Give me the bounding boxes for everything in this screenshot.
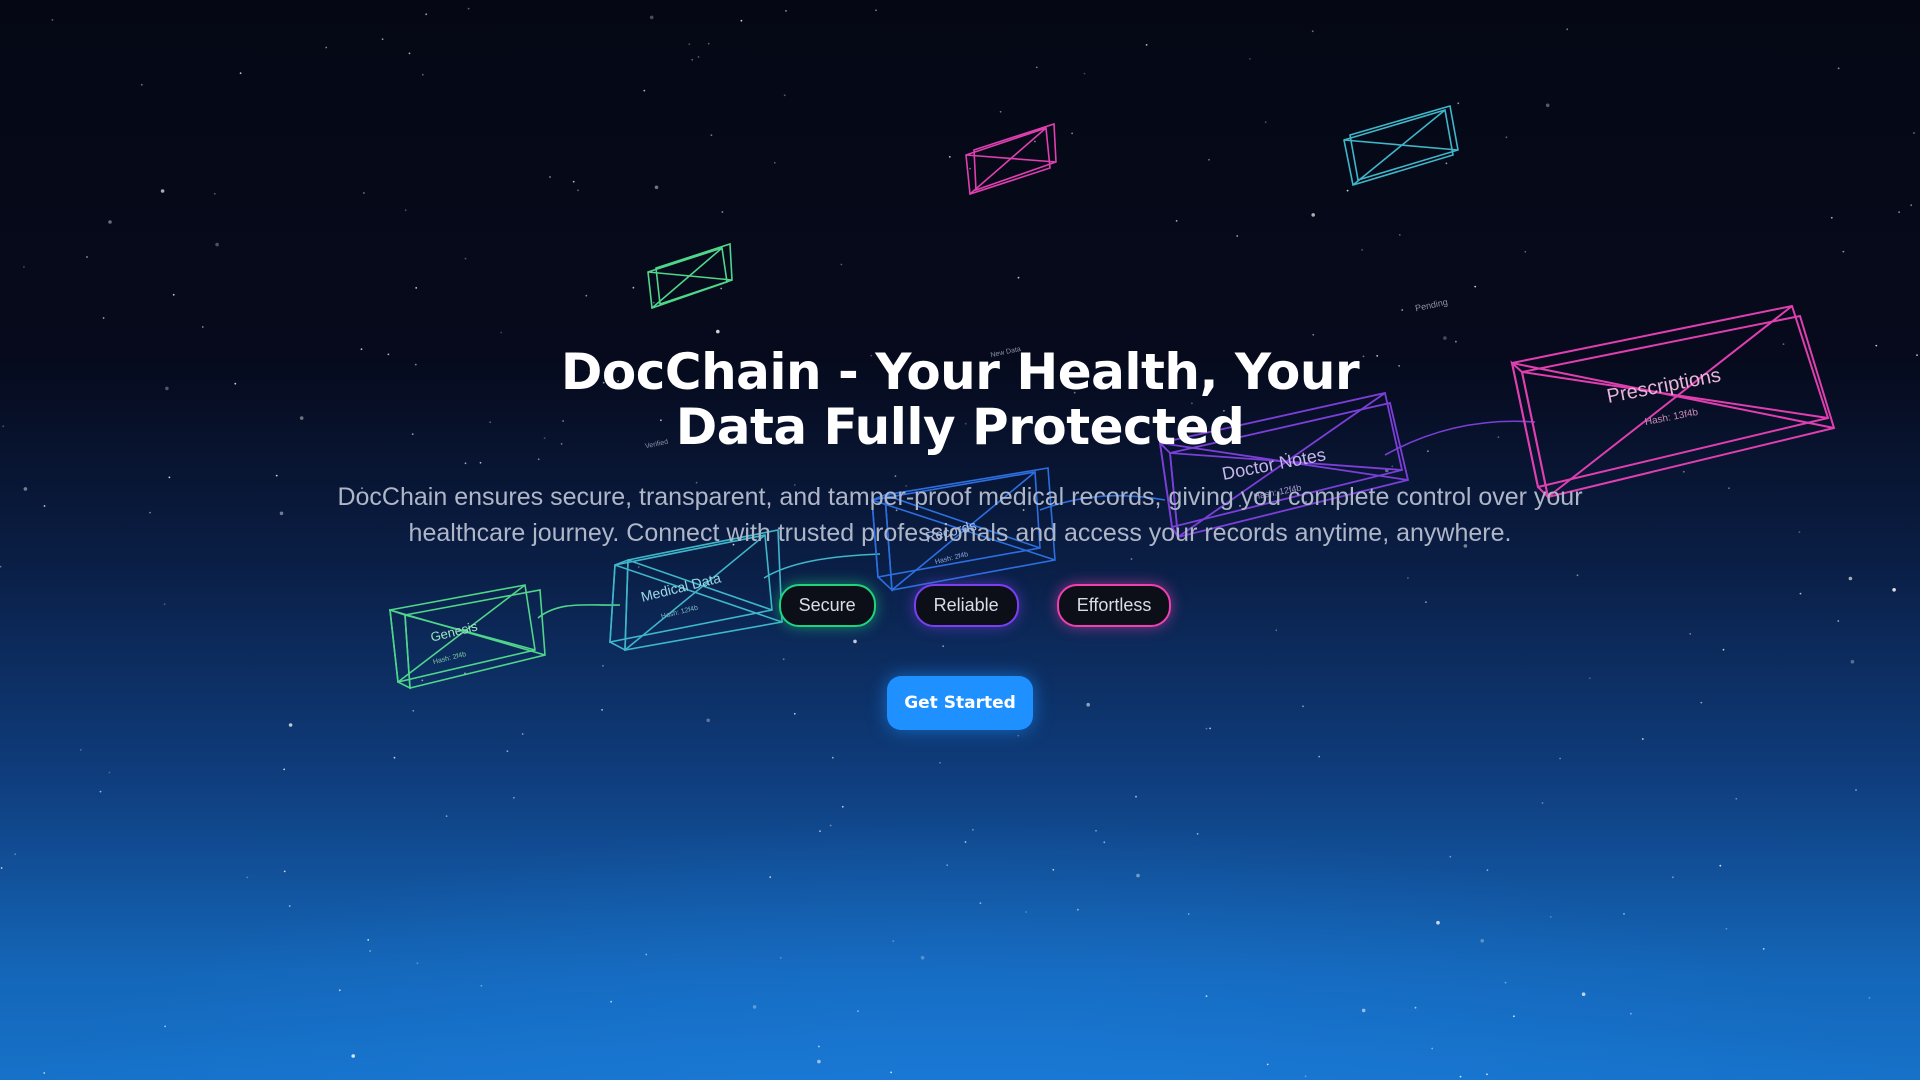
hero-section: DocChain - Your Health, Your Data Fully …	[0, 345, 1920, 551]
tag-reliable: Reliable	[913, 584, 1019, 627]
chain-link	[763, 553, 881, 579]
block-hash: Hash: 2f4b	[432, 651, 467, 666]
floating-label-pending: Pending	[1414, 297, 1448, 314]
floating-block-green	[647, 242, 733, 310]
feature-tags: Secure Reliable Effortless	[0, 584, 1920, 627]
floating-block-cyan	[1343, 104, 1459, 187]
tag-effortless: Effortless	[1056, 584, 1172, 627]
tag-secure: Secure	[778, 584, 876, 627]
hero-description: DocChain ensures secure, transparent, an…	[337, 483, 1583, 547]
hero-title: DocChain - Your Health, Your Data Fully …	[560, 343, 1360, 456]
floating-block-pink	[965, 122, 1057, 196]
get-started-button[interactable]: Get Started	[887, 676, 1033, 730]
